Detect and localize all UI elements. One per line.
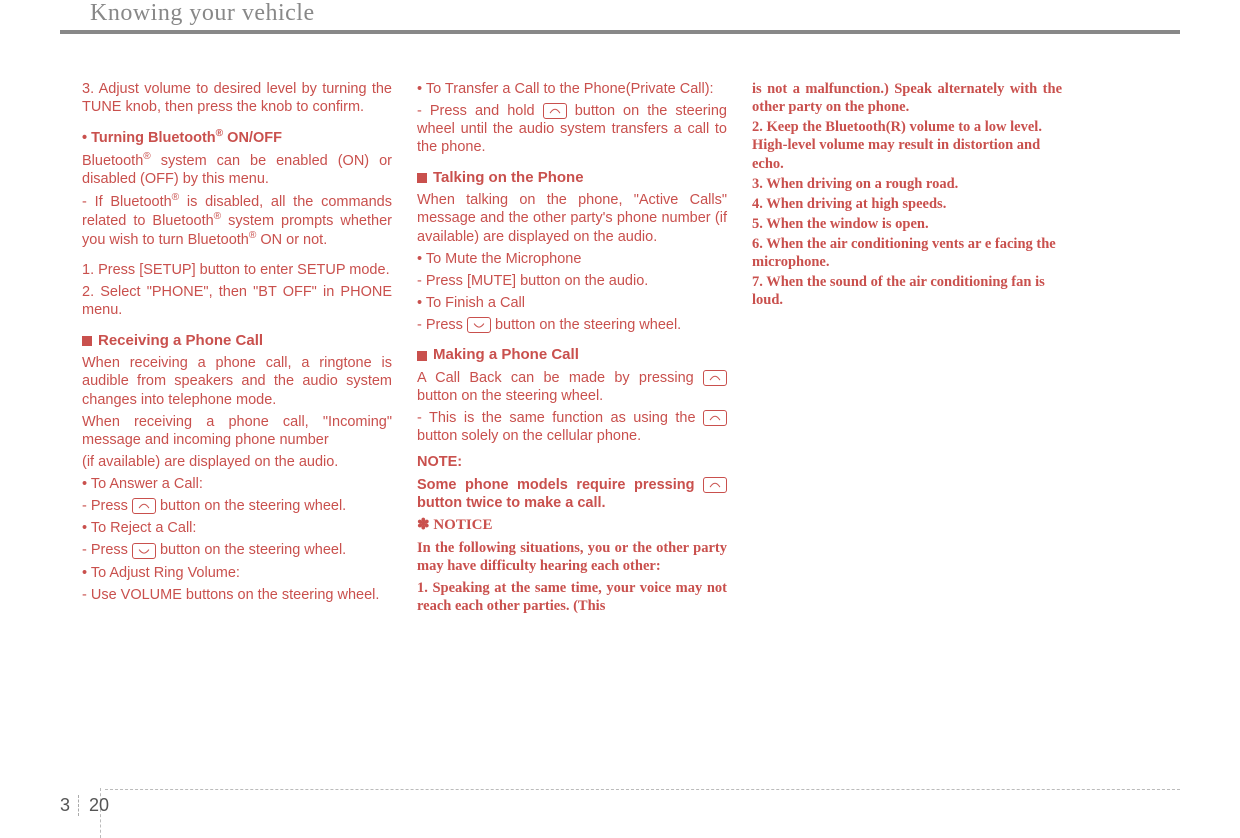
footer-dash-line [105,789,1180,790]
c2-note-hd: NOTE: [417,453,727,471]
c3-p2-t: 3. When driving on a rough road. [752,176,958,192]
c1-p13: • To Adjust Ring Volume: [82,564,392,582]
c2-p3: When talking on the phone, "Active Calls… [417,191,727,245]
call-pickup-icon [132,498,156,514]
c1-h1b: ON/OFF [223,130,282,146]
c1-p6: When receiving a phone call, a ringtone … [82,354,392,408]
call-pickup-icon [703,477,727,493]
square-bullet-icon [82,336,92,346]
c2-p5: - Press [MUTE] button on the audio. [417,272,727,290]
c2-p2: - Press and hold button on the steering … [417,102,727,156]
c1-h1a: • Turning Bluetooth [82,130,216,146]
c2-p7: - Press button on the steering wheel. [417,316,727,334]
header-section-title: Knowing your vehicle [90,0,315,27]
c2-n2-t: 1. Speaking at the same time, your voice… [417,580,727,614]
page: Knowing your vehicle 3. Adjust volume to… [0,0,1240,838]
c2-p7b: button on the steering wheel. [491,317,681,333]
c2-p1: • To Transfer a Call to the Phone(Privat… [417,80,727,98]
reg-2: ® [143,151,150,162]
c3-p1: 2. Keep the Bluetooth(R) volume to a low… [752,118,1062,172]
c1-p12b: button on the steering wheel. [156,542,346,558]
c1-p2a: Bluetooth [82,153,143,169]
c2-sect2-label: Making a Phone Call [433,346,579,365]
c3-p3: 4. When driving at high speeds. [752,195,1062,213]
c3-p5-t: 6. When the air conditioning vents ar e … [752,236,1056,270]
c1-p8: (if available) are displayed on the audi… [82,453,392,471]
c2-n1: In the following situations, you or the … [417,539,727,575]
call-pickup-icon [703,370,727,386]
c3-p1-t: 2. Keep the Bluetooth(R) volume to a low… [752,119,1042,171]
c3-p6-t: 7. When the sound of the air conditionin… [752,274,1045,308]
c3-p4-t: 5. When the window is open. [752,216,929,232]
header-rule [60,30,1180,34]
c3-p0: is not a malfunction.) Speak alternately… [752,80,1062,116]
c2-note-b2: button twice to make a call. [417,495,606,511]
content-columns: 3. Adjust volume to desired level by tur… [82,80,1062,619]
c3-p5: 6. When the air conditioning vents ar e … [752,235,1062,271]
c1-p12: - Press button on the steering wheel. [82,541,392,559]
c1-p3d: ON or not. [256,232,327,248]
c1-p2: Bluetooth® system can be enabled (ON) or… [82,151,392,188]
c2-p4: • To Mute the Microphone [417,250,727,268]
c2-p7a: - Press [417,317,467,333]
page-footer: 3 20 [60,795,109,816]
c2-sect-talking: Talking on the Phone [417,169,727,188]
c3-p0-t: is not a malfunction.) Speak alternately… [752,81,1062,115]
c1-sect-receiving: Receiving a Phone Call [82,332,392,351]
c1-p1: 3. Adjust volume to desired level by tur… [82,80,392,116]
c1-p3: - If Bluetooth® is disabled, all the com… [82,192,392,249]
c1-p10a: - Press [82,498,132,514]
c2-notice-hd: ✽ NOTICE [417,516,727,535]
square-bullet-icon [417,351,427,361]
c2-sect1-label: Talking on the Phone [433,169,584,188]
c1-p7: When receiving a phone call, "Incoming" … [82,413,392,449]
c2-n2: 1. Speaking at the same time, your voice… [417,579,727,615]
c1-p11: • To Reject a Call: [82,519,392,537]
c2-p2a: - Press and hold [417,103,543,119]
call-hangup-icon [132,543,156,559]
c2-n1-t: In the following situations, you or the … [417,540,727,574]
c2-p9: - This is the same function as using the… [417,409,727,445]
c1-p5: 2. Select "PHONE", then "BT OFF" in PHON… [82,283,392,319]
c3-p2: 3. When driving on a rough road. [752,175,1062,193]
c1-p14: - Use VOLUME buttons on the steering whe… [82,586,392,604]
chapter-number: 3 [60,795,79,816]
c1-p10b: button on the steering wheel. [156,498,346,514]
call-hangup-icon [467,317,491,333]
c2-note-b1: Some phone models require pressing [417,477,703,493]
c2-note-body: Some phone models require pressing butto… [417,476,727,512]
c2-note-hd-t: NOTE: [417,454,462,470]
c2-p8a: A Call Back can be made by pressing [417,370,703,386]
c1-p3a: - If Bluetooth [82,194,172,210]
column-2: • To Transfer a Call to the Phone(Privat… [417,80,727,619]
c1-p12a: - Press [82,542,132,558]
c1-p4: 1. Press [SETUP] button to enter SETUP m… [82,261,392,279]
c3-p4: 5. When the window is open. [752,215,1062,233]
c2-p8b: button on the steering wheel. [417,388,603,404]
c3-p6: 7. When the sound of the air conditionin… [752,273,1062,309]
page-number: 20 [89,795,109,816]
column-1: 3. Adjust volume to desired level by tur… [82,80,392,619]
c1-h1: • Turning Bluetooth® ON/OFF [82,128,392,147]
c2-p6: • To Finish a Call [417,294,727,312]
call-pickup-icon [703,410,727,426]
c2-p8: A Call Back can be made by pressing butt… [417,369,727,405]
c3-p3-t: 4. When driving at high speeds. [752,196,946,212]
column-3: is not a malfunction.) Speak alternately… [752,80,1062,619]
square-bullet-icon [417,173,427,183]
c1-p10: - Press button on the steering wheel. [82,497,392,515]
c2-sect-making: Making a Phone Call [417,346,727,365]
c2-p9a: - This is the same function as using the [417,410,703,426]
call-pickup-icon [543,103,567,119]
c1-p9: • To Answer a Call: [82,475,392,493]
c2-p9b: button solely on the cellular phone. [417,428,641,444]
c1-sect1-label: Receiving a Phone Call [98,332,263,351]
